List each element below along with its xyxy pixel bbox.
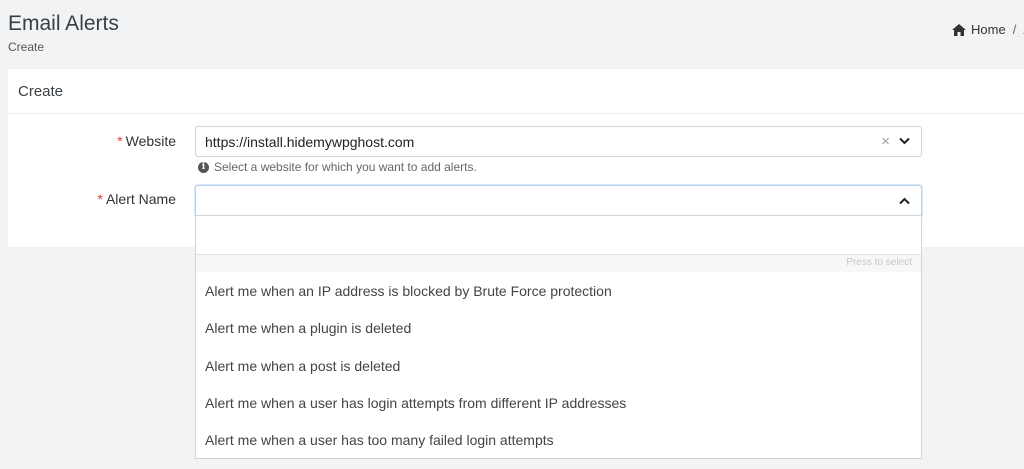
page-subtitle: Create — [8, 40, 45, 54]
breadcrumb-separator: / — [1012, 22, 1017, 37]
website-label-text: Website — [125, 133, 176, 149]
info-circle-icon: i — [198, 161, 209, 173]
website-help-text: Select a website for which you want to a… — [214, 160, 477, 174]
card-header: Create — [8, 69, 1024, 114]
breadcrumb: Home / A — [952, 22, 1024, 37]
page-title: Email Alerts — [8, 12, 119, 35]
chevron-down-icon[interactable] — [899, 137, 910, 145]
alert-name-dropdown: Press to select Alert me when an IP addr… — [195, 215, 922, 459]
website-select-value: https://install.hidemywpghost.com — [205, 134, 415, 150]
dropdown-search-input[interactable] — [196, 216, 921, 255]
website-help: i Select a website for which you want to… — [198, 160, 477, 174]
chevron-up-icon[interactable] — [899, 197, 910, 205]
close-icon[interactable]: × — [881, 133, 890, 150]
dropdown-option[interactable]: Alert me when a post is deleted — [196, 347, 921, 384]
website-label: * Website — [6, 133, 176, 149]
alert-name-select[interactable] — [195, 185, 922, 216]
required-mark: * — [97, 191, 103, 207]
dropdown-option[interactable]: Alert me when an IP address is blocked b… — [196, 272, 921, 309]
dropdown-hint: Press to select — [846, 257, 912, 268]
required-mark: * — [117, 133, 123, 149]
home-icon[interactable] — [952, 23, 966, 36]
alert-name-label-text: Alert Name — [105, 191, 176, 207]
dropdown-option[interactable]: Alert me when a user has login attempts … — [196, 384, 921, 421]
alert-name-label: * Alert Name — [6, 191, 176, 207]
website-select[interactable]: https://install.hidemywpghost.com × — [195, 126, 922, 157]
dropdown-hint-bar — [196, 255, 921, 272]
breadcrumb-home-link[interactable]: Home — [971, 22, 1006, 37]
dropdown-option[interactable]: Alert me when a user has too many failed… — [196, 421, 921, 458]
card-title: Create — [18, 82, 64, 100]
dropdown-option[interactable]: Alert me when a plugin is deleted — [196, 309, 921, 346]
